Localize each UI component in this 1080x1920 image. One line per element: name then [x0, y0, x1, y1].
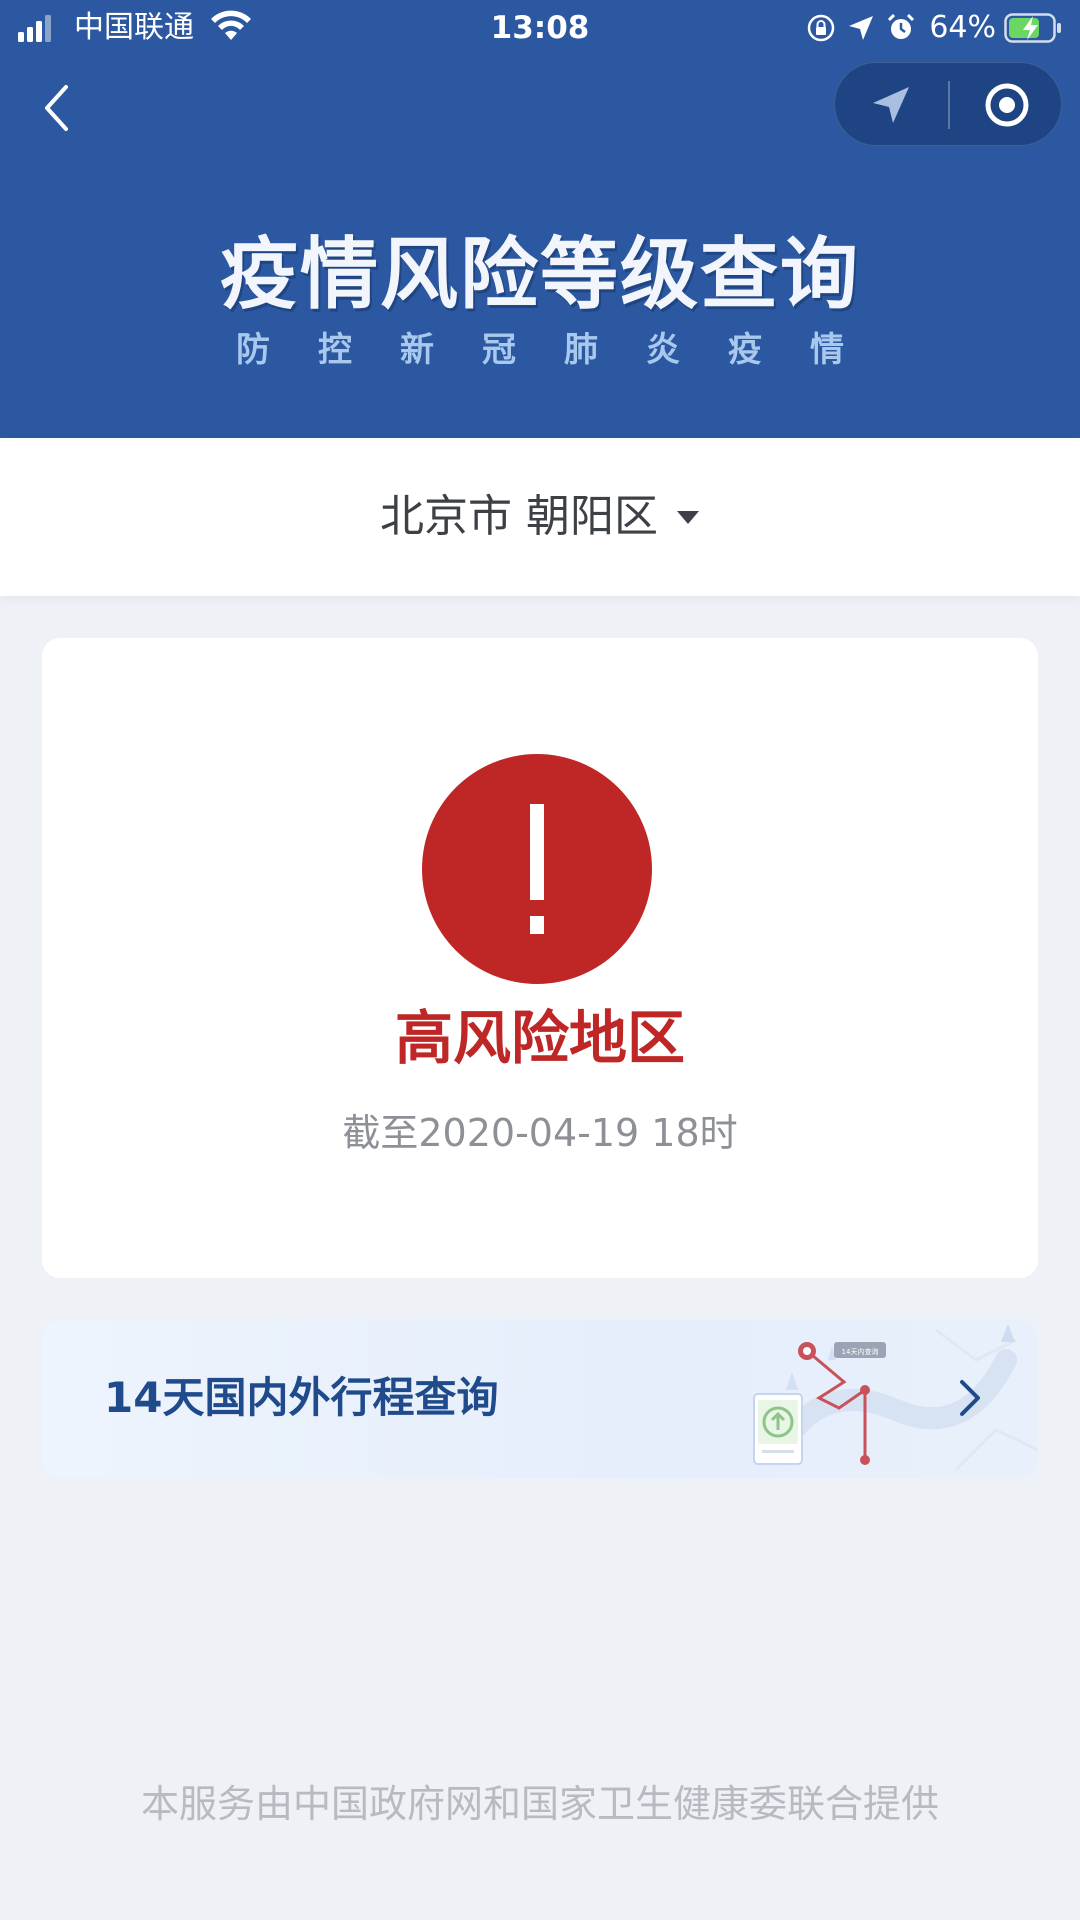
- chevron-left-icon: [45, 85, 68, 131]
- rotation-lock-icon: [808, 14, 835, 42]
- subtitle-char: 新: [400, 330, 434, 370]
- location-button[interactable]: [835, 63, 947, 147]
- itinerary-open-button[interactable]: [942, 1370, 998, 1426]
- exclamation-icon: [530, 804, 544, 934]
- miniprogram-capsule: [834, 62, 1062, 146]
- subtitle-char: 控: [318, 330, 352, 370]
- subtitle-char: 疫: [728, 330, 762, 370]
- location-label: 北京市 朝阳区: [380, 491, 658, 542]
- itinerary-query-label: 14天国内外行程查询: [104, 1373, 499, 1422]
- location-selector[interactable]: 北京市 朝阳区: [0, 486, 1080, 548]
- subtitle-char: 肺: [564, 330, 598, 370]
- illustration-tag: 14天内查询: [842, 1347, 879, 1356]
- subtitle-char: 防: [236, 330, 270, 370]
- subtitle-char: 情: [810, 330, 844, 370]
- risk-alert-badge: [422, 754, 652, 984]
- subtitle-char: 炎: [646, 330, 680, 370]
- location-selector-bar: 北京市 朝阳区: [0, 438, 1080, 596]
- status-indicators: 64%: [805, 8, 1062, 48]
- page-title: 疫情风险等级查询: [219, 230, 860, 320]
- status-bar: 中国联通 13:08 64%: [0, 0, 1080, 56]
- location-arrow-icon: [849, 16, 874, 40]
- battery-percentage: 64%: [929, 10, 996, 45]
- target-icon: [985, 83, 1029, 127]
- back-button[interactable]: [28, 80, 84, 136]
- chevron-right-icon: [960, 1380, 980, 1416]
- close-miniprogram-button[interactable]: [951, 63, 1063, 147]
- screen: 中国联通 13:08 64% 疫情风险等级查询 防 控 新 冠 肺 炎 疫 情 …: [0, 0, 1080, 1920]
- location-arrow-icon: [873, 87, 909, 123]
- itinerary-query-card[interactable]: 14天国内外行程查询 14天内查询: [42, 1320, 1038, 1478]
- risk-level-label: 高风险地区: [394, 1004, 685, 1072]
- header-banner: 中国联通 13:08 64% 疫情风险等级查询 防 控 新 冠 肺 炎 疫 情: [0, 0, 1080, 438]
- risk-level-card: 高风险地区 截至2020-04-19 18时: [42, 638, 1038, 1278]
- alarm-icon: [888, 13, 915, 39]
- subtitle-char: 冠: [482, 330, 516, 370]
- risk-updated-time: 截至2020-04-19 18时: [342, 1111, 738, 1155]
- battery-charging-icon: [1004, 13, 1061, 43]
- page-subtitle: 防 控 新 冠 肺 炎 疫 情: [236, 330, 844, 370]
- service-provider-note: 本服务由中国政府网和国家卫生健康委联合提供: [140, 1782, 939, 1826]
- caret-down-icon: [677, 511, 699, 524]
- capsule-divider: [948, 81, 950, 129]
